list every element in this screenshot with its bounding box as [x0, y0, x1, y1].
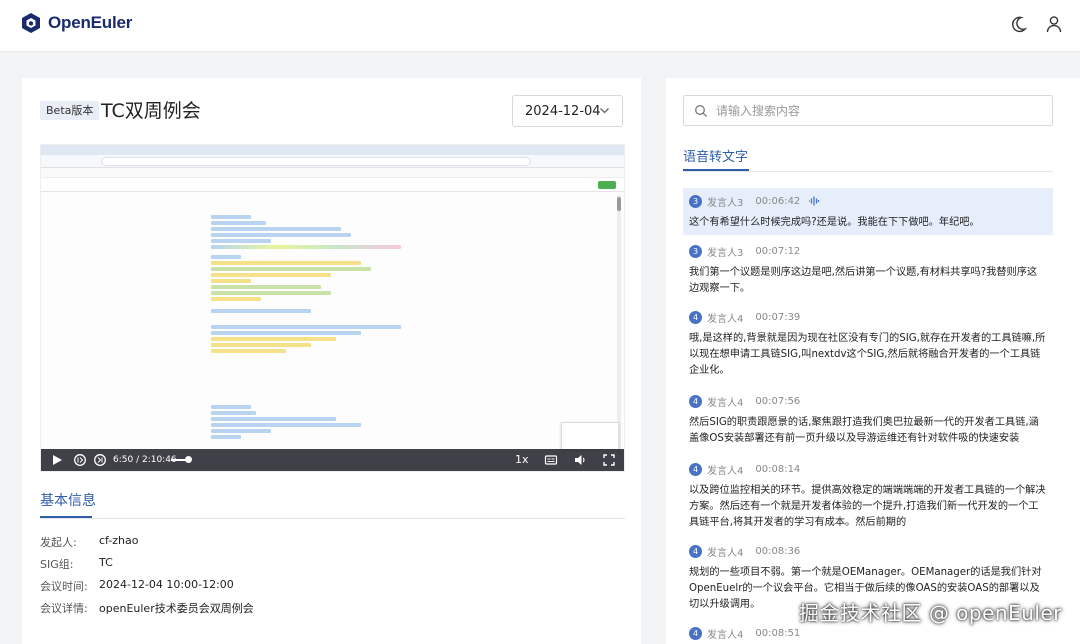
speaker-name: 发言人4 [707, 465, 744, 477]
speech-to-text-divider [683, 171, 1053, 172]
transcript-entry[interactable]: 3 发言人3 00:06:42 这个有希望什么时候完成吗?还是说。我能在下下做吧… [683, 188, 1053, 235]
timestamp[interactable]: 00:07:56 [755, 396, 800, 407]
timestamp[interactable]: 00:06:42 [755, 196, 800, 207]
speech-to-text-active-underline [683, 169, 749, 171]
beta-badge: Beta版本 [40, 101, 100, 120]
recorded-address-bar [41, 155, 624, 168]
transcript-text: 这个有希望什么时候完成吗?还是说。我能在下下做吧。年纪吧。 [689, 217, 980, 228]
speaker-avatar: 3 [689, 194, 702, 208]
meeting-video-player[interactable]: 6:50 / 2:10:46 1x [40, 144, 625, 472]
speaker-name: 发言人3 [707, 247, 744, 259]
playback-speed[interactable]: 1x [515, 453, 529, 467]
dark-mode-moon-icon[interactable] [1008, 14, 1028, 34]
top-navbar: OpenEuler [0, 0, 1080, 52]
speaker-avatar: 4 [689, 462, 702, 476]
speaker-avatar: 4 [689, 310, 702, 324]
video-time: 6:50 / 2:10:46 [113, 455, 177, 465]
speaker-avatar: 3 [689, 244, 702, 258]
info-value: openEuler技术委员会双周例会 [99, 602, 254, 615]
date-select-value: 2024-12-04 [525, 103, 601, 119]
speech-to-text-heading[interactable]: 语音转文字 [683, 146, 748, 165]
user-account-icon[interactable] [1044, 14, 1064, 34]
meeting-title: TC双周例会 [101, 100, 201, 122]
search-input[interactable] [716, 102, 1036, 120]
basic-info-active-underline [40, 516, 92, 518]
speaker-name: 发言人4 [707, 397, 744, 409]
openeuler-logo[interactable]: OpenEuler [20, 12, 132, 34]
meeting-panel: Beta版本 TC双周例会 2024-12-04 6:50 / 2:10:46 … [22, 78, 641, 644]
fullscreen-icon[interactable] [602, 453, 616, 467]
speaker-avatar: 4 [689, 626, 702, 640]
recorded-scrollbar [617, 195, 621, 455]
play-icon[interactable] [51, 453, 63, 467]
subtitles-icon[interactable] [544, 453, 558, 467]
transcript-panel: 语音转文字 3 发言人3 00:06:42 这个有希望什么时候完成吗?还是说。我… [666, 78, 1080, 644]
audio-playing-icon [809, 196, 820, 206]
watermark: 掘金技术社区 @ openEuler [798, 601, 1062, 625]
basic-info-heading[interactable]: 基本信息 [40, 490, 96, 510]
transcript-search[interactable] [683, 95, 1053, 126]
recorded-popup [561, 422, 619, 450]
timestamp[interactable]: 00:08:14 [755, 464, 800, 475]
transcript-entry[interactable]: 3 发言人3 00:07:12 我们第一个议题是则序这边是吧,然后讲第一个议题,… [683, 238, 1053, 301]
timestamp[interactable]: 00:08:51 [755, 628, 800, 639]
timestamp[interactable]: 00:08:36 [755, 546, 800, 557]
info-label: 发起人: [40, 536, 77, 549]
transcript-text: 以及跨位监控相关的环节。提供高效稳定的端端端端的开发者工具链的一个解决方案。然后… [689, 485, 1046, 528]
info-value: 2024-12-04 10:00-12:00 [99, 578, 234, 591]
speaker-avatar: 4 [689, 544, 702, 558]
recorded-browser-tabs [41, 145, 624, 155]
brand-name: OpenEuler [48, 13, 133, 32]
video-controls: 6:50 / 2:10:46 1x [41, 449, 624, 471]
chevron-down-icon [600, 108, 609, 114]
speaker-name: 发言人3 [707, 197, 744, 209]
forward-icon[interactable] [93, 453, 107, 467]
info-value: cf-zhao [99, 534, 139, 547]
openeuler-logo-icon [22, 13, 40, 33]
speaker-name: 发言人4 [707, 547, 744, 559]
transcript-text: 然后SIG的职责跟愿景的话,聚焦跟打造我们奥巴拉最新一代的开发者工具链,涵盖像O… [689, 417, 1039, 444]
speaker-name: 发言人4 [707, 313, 744, 325]
speaker-avatar: 4 [689, 394, 702, 408]
basic-info-divider [40, 518, 625, 519]
speaker-name: 发言人4 [707, 629, 744, 641]
info-value: TC [99, 556, 113, 569]
search-icon [695, 105, 708, 118]
info-label: SIG组: [40, 558, 74, 571]
recorded-etherpad-document [211, 195, 611, 455]
recorded-editor-toolbar [41, 178, 624, 192]
recorded-bookmarks-bar [41, 168, 624, 178]
transcript-text: 我们第一个议题是则序这边是吧,然后讲第一个议题,有材料共享吗?我替则序这边观察一… [689, 267, 1038, 294]
transcript-entry[interactable]: 4 发言人4 00:07:39 哦,是这样的,背景就是因为现在社区没有专门的SI… [683, 304, 1053, 383]
timestamp[interactable]: 00:07:12 [755, 246, 800, 257]
timestamp[interactable]: 00:07:39 [755, 312, 800, 323]
recorded-scroll-thumb [617, 197, 621, 211]
transcript-entry[interactable]: 4 发言人4 00:08:14 以及跨位监控相关的环节。提供高效稳定的端端端端的… [683, 456, 1053, 535]
video-progress-knob[interactable] [185, 456, 192, 463]
volume-icon[interactable] [573, 453, 587, 467]
transcript-text: 哦,是这样的,背景就是因为现在社区没有专门的SIG,就存在开发者的工具链嘛,所以… [689, 333, 1046, 376]
info-label: 会议时间: [40, 580, 88, 593]
rewind-icon[interactable] [73, 453, 87, 467]
date-select[interactable]: 2024-12-04 [512, 95, 623, 127]
info-label: 会议详情: [40, 602, 88, 615]
transcript-entry[interactable]: 4 发言人4 00:07:56 然后SIG的职责跟愿景的话,聚焦跟打造我们奥巴拉… [683, 388, 1053, 451]
